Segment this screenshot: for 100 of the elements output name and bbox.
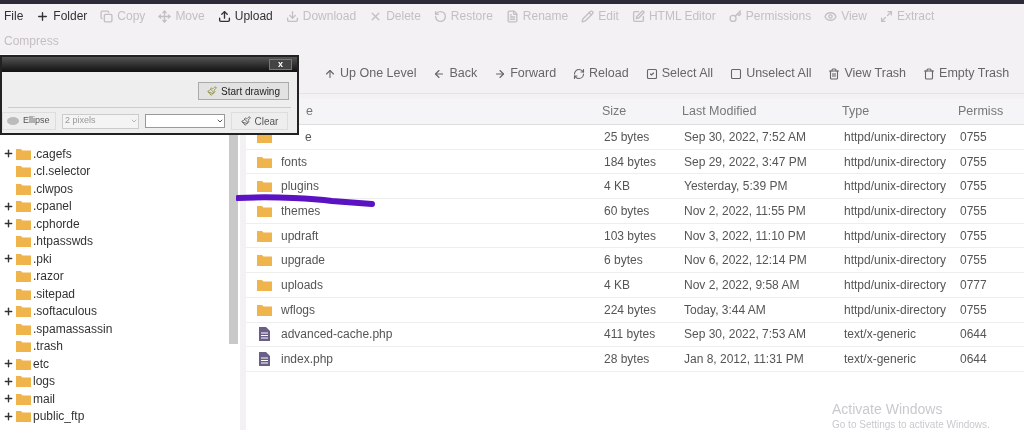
permissions: 0644 <box>960 351 987 369</box>
expand-icon[interactable] <box>2 305 14 317</box>
ellipse-button[interactable]: Ellipse <box>2 112 56 130</box>
folder-icon <box>257 180 272 193</box>
clear-button[interactable]: Clear <box>231 112 288 130</box>
expand-icon[interactable] <box>2 218 14 230</box>
file-icon <box>259 327 270 342</box>
file-row[interactable]: themes 60 bytes Nov 2, 2022, 11:55 PM httpd/unix-directory 0755 <box>246 199 1024 224</box>
folder-icon <box>16 340 31 353</box>
file-size: 25 bytes <box>604 128 651 146</box>
tree-item[interactable]: .spamassassin <box>0 320 113 338</box>
file-type: httpd/unix-directory <box>844 301 948 319</box>
file-size: 4 KB <box>604 178 631 196</box>
expand-icon[interactable] <box>2 358 14 370</box>
file-row[interactable]: plugins 4 KB Yesterday, 5:39 PM httpd/unix-directory 0755 <box>246 174 1024 200</box>
nav-button[interactable]: Forward <box>494 64 557 83</box>
brush-icon <box>240 116 251 126</box>
tree-item[interactable]: .razor <box>0 267 64 285</box>
file-type: httpd/unix-directory <box>844 178 948 196</box>
permissions: 0755 <box>960 178 987 196</box>
pencil-icon <box>581 9 595 23</box>
file-type: httpd/unix-directory <box>844 252 948 270</box>
tree-item[interactable]: logs <box>0 372 55 390</box>
scrollbar[interactable] <box>229 134 238 344</box>
tree-item[interactable]: mail <box>0 390 55 408</box>
close-button[interactable]: x <box>269 59 292 70</box>
folder-icon <box>16 182 31 195</box>
file-row[interactable]: updraft 103 bytes Nov 3, 2022, 11:10 PM httpd/unix-directory 0755 <box>246 223 1024 249</box>
column-header[interactable]: e <box>306 102 602 121</box>
column-header[interactable]: Size <box>602 102 682 121</box>
column-header[interactable]: Type <box>842 102 958 121</box>
trash-icon <box>828 67 841 80</box>
file-name: e <box>304 128 313 146</box>
file-name: uploads <box>281 276 325 294</box>
file-row[interactable]: advanced-cache.php 411 bytes Sep 30, 2022, 7:53 AM text/x-generic 0644 <box>246 322 1024 348</box>
nav-button[interactable]: Back <box>433 64 478 83</box>
folder-icon <box>16 165 31 178</box>
expand-icon[interactable] <box>2 410 14 422</box>
file-type: text/x-generic <box>844 326 918 344</box>
file-row[interactable]: uploads 4 KB Nov 2, 2022, 9:58 AM httpd/unix-directory 0777 <box>246 273 1024 298</box>
tree-item[interactable]: etc <box>0 355 49 373</box>
expand-icon[interactable] <box>2 393 14 405</box>
toolbar-button[interactable]: File <box>0 3 28 29</box>
folder-icon <box>257 303 272 316</box>
tree-item[interactable]: .cagefs <box>0 145 72 163</box>
column-header[interactable]: Permiss <box>958 102 1004 121</box>
folder-icon <box>16 287 31 300</box>
file-name: fonts <box>281 153 308 171</box>
tree-item[interactable]: .clwpos <box>0 180 73 198</box>
restore-icon <box>433 9 447 23</box>
folder-icon <box>16 252 31 265</box>
tree-item[interactable]: .cpanel <box>0 197 72 215</box>
tree-item[interactable]: .pki <box>0 250 52 268</box>
copy-icon <box>100 9 114 23</box>
column-header[interactable]: Last Modified <box>682 102 842 121</box>
tree-item[interactable]: .trash <box>0 337 63 355</box>
file-row[interactable]: fonts 184 bytes Sep 29, 2022, 3:47 PM httpd/unix-directory 0755 <box>246 149 1024 175</box>
file-icon <box>259 352 270 367</box>
modified-date: Sep 30, 2022, 7:53 AM <box>684 326 808 344</box>
permissions: 0644 <box>960 326 987 344</box>
file-size: 224 bytes <box>604 301 658 319</box>
file-type: httpd/unix-directory <box>844 128 948 146</box>
file-size: 6 bytes <box>604 252 644 270</box>
nav-button[interactable]: Up One Level <box>324 64 417 83</box>
tree-item[interactable]: .softaculous <box>0 302 98 320</box>
tree-item[interactable]: .sitepad <box>0 285 76 303</box>
file-size: 103 bytes <box>604 227 658 245</box>
file-type: httpd/unix-directory <box>844 153 948 171</box>
modified-date: Nov 6, 2022, 12:14 PM <box>684 252 808 270</box>
toolbar-button[interactable]: Upload <box>213 3 277 29</box>
expand-icon[interactable] <box>2 148 14 160</box>
folder-icon <box>16 322 31 335</box>
file-row[interactable]: upgrade 6 bytes Nov 6, 2022, 12:14 PM httpd/unix-directory 0755 <box>246 248 1024 274</box>
color-dropdown[interactable] <box>145 114 225 128</box>
nav-button[interactable]: Empty Trash <box>923 64 1010 83</box>
file-row[interactable]: wflogs 224 bytes Today, 3:44 AM httpd/unix-directory 0755 <box>246 297 1024 323</box>
expand-icon[interactable] <box>2 200 14 212</box>
nav-button[interactable]: Select All <box>645 64 714 83</box>
nav-button[interactable]: Reload <box>573 64 629 83</box>
folder-icon <box>16 392 31 405</box>
file-row[interactable]: index.php 28 bytes Jan 8, 2012, 11:31 PM text/x-generic 0644 <box>246 347 1024 372</box>
tree-item[interactable]: public_ftp <box>0 407 85 425</box>
file-type: httpd/unix-directory <box>844 202 948 220</box>
caret-icon <box>130 117 138 125</box>
nav-button[interactable]: View Trash <box>828 64 907 83</box>
expand-icon[interactable] <box>2 253 14 265</box>
start-drawing-button[interactable]: Start drawing <box>198 82 289 100</box>
expand-icon[interactable] <box>2 375 14 387</box>
nav-button[interactable]: Unselect All <box>730 64 812 83</box>
arrow-up-icon <box>324 67 336 80</box>
permissions: 0755 <box>960 252 987 270</box>
file-name: wflogs <box>281 301 316 319</box>
tree-item[interactable]: .cphorde <box>0 215 80 233</box>
arrow-left-icon <box>433 67 446 80</box>
tree-item[interactable]: .htpasswds <box>0 232 94 250</box>
file-name: plugins <box>281 178 321 196</box>
toolbar-button[interactable]: Folder <box>32 3 92 29</box>
permissions: 0755 <box>960 153 987 171</box>
tree-item[interactable]: .cl.selector <box>0 162 91 180</box>
file-type: httpd/unix-directory <box>844 276 948 294</box>
